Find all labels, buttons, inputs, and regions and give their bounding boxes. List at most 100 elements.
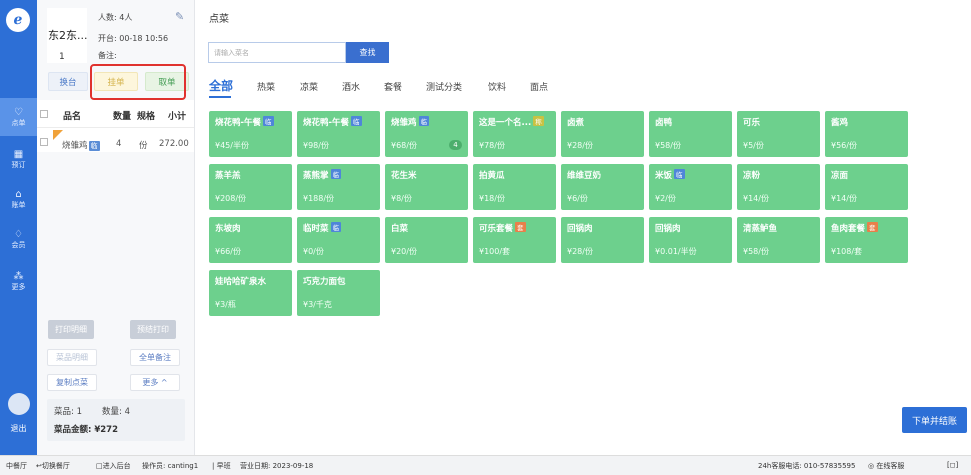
dish-card[interactable]: 临时菜临 ¥0/份 <box>297 217 380 263</box>
dish-card[interactable]: 维维豆奶 ¥6/份 <box>561 164 644 210</box>
hotline: 24h客服电话: 010-57835595 <box>758 462 856 470</box>
people-count: 人数: 4人 <box>98 13 133 22</box>
logout-button[interactable]: 退出 <box>0 393 37 443</box>
dish-name: 清蒸鲈鱼 <box>743 224 778 234</box>
dish-card[interactable]: 拍黄瓜 ¥18/份 <box>473 164 556 210</box>
tab-test[interactable]: 测试分类 <box>426 80 462 93</box>
dish-name: 蒸羊羔 <box>215 171 241 181</box>
dish-price: ¥8/份 <box>391 194 412 203</box>
nav-item-more[interactable]: ⁂ 更多 <box>0 262 37 300</box>
tab-all[interactable]: 全部 <box>209 77 233 94</box>
dish-price: ¥0/份 <box>303 247 324 256</box>
restaurant-mode: 中餐厅 <box>6 462 27 470</box>
app-logo-icon: ℯ <box>6 8 30 32</box>
dish-card[interactable]: 蒸熊掌临 ¥188/份 <box>297 164 380 210</box>
tab-hot[interactable]: 热菜 <box>257 80 275 93</box>
nav-label: 账单 <box>11 200 26 209</box>
table-name: 东2东... <box>48 29 88 42</box>
dish-badge: 临 <box>351 116 362 126</box>
dish-card[interactable]: 这是一个名... 称 ¥78/份 <box>473 111 556 157</box>
dish-price: ¥188/份 <box>303 194 335 203</box>
dish-card[interactable]: 烧雏鸡临 ¥68/份 4 <box>385 111 468 157</box>
dish-card[interactable]: 巧克力面包 ¥3/千克 <box>297 270 380 316</box>
item-checkbox[interactable] <box>40 138 48 146</box>
dish-card[interactable]: 娃哈哈矿泉水 ¥3/瓶 <box>209 270 292 316</box>
dish-card[interactable]: 回锅肉 ¥0.01/半份 <box>649 217 732 263</box>
dish-card[interactable]: 烧花鸭-午餐临 ¥45/半份 <box>209 111 292 157</box>
backend-link[interactable]: □进入后台 <box>96 461 131 471</box>
dish-name: 鱼肉套餐套 <box>831 222 878 234</box>
col-qty: 数量 <box>113 112 132 122</box>
dish-price: ¥28/份 <box>567 247 593 256</box>
dish-name: 回锅肉 <box>567 224 593 234</box>
nav-label: 点单 <box>11 118 26 127</box>
dish-card[interactable]: 凉粉 ¥14/份 <box>737 164 820 210</box>
select-all-checkbox[interactable] <box>40 110 48 118</box>
dish-card[interactable]: 蒸羊羔 ¥208/份 <box>209 164 292 210</box>
all-note-button[interactable]: 全单备注 <box>130 349 180 366</box>
dish-name: 酱鸡 <box>831 118 849 128</box>
pre-print-button[interactable]: 预结打印 <box>130 320 176 339</box>
dish-badge: 临 <box>674 169 685 179</box>
dish-name: 凉面 <box>831 171 849 181</box>
nav-label: 更多 <box>11 282 26 291</box>
nav-item-bill[interactable]: ⌂ 账单 <box>0 180 37 218</box>
nav-item-order[interactable]: ♡ 点单 <box>0 98 37 136</box>
nav-item-reservation[interactable]: ▦ 预订 <box>0 140 37 178</box>
copy-order-button[interactable]: 复制点菜 <box>47 374 97 391</box>
dish-card[interactable]: 清蒸鲈鱼 ¥58/份 <box>737 217 820 263</box>
dish-price: ¥0.01/半份 <box>655 247 697 256</box>
dish-price: ¥45/半份 <box>215 141 249 150</box>
more-menu-button[interactable]: 更多 ^ <box>130 374 180 391</box>
dish-price: ¥58/份 <box>655 141 681 150</box>
dish-card[interactable]: 回锅肉 ¥28/份 <box>561 217 644 263</box>
order-summary: 菜品: 1 数量: 4 菜品金额: ¥272 <box>47 399 185 441</box>
online-service-link[interactable]: ◎ 在线客服 <box>868 461 904 471</box>
dish-card[interactable]: 可乐 ¥5/份 <box>737 111 820 157</box>
search-input[interactable]: 请输入菜名 <box>208 42 346 63</box>
order-item-row[interactable]: 烧雏鸡临 4 份 272.00 <box>37 128 194 152</box>
dish-price: ¥18/份 <box>479 194 505 203</box>
dish-card[interactable]: 东坡肉 ¥66/份 <box>209 217 292 263</box>
dish-card[interactable]: 可乐套餐套 ¥100/套 <box>473 217 556 263</box>
dish-card[interactable]: 酱鸡 ¥56/份 <box>825 111 908 157</box>
dish-price: ¥78/份 <box>479 141 505 150</box>
dish-badge: 套 <box>515 222 526 232</box>
dish-card[interactable]: 凉面 ¥14/份 <box>825 164 908 210</box>
dish-card[interactable]: 卤煮 ¥28/份 <box>561 111 644 157</box>
dish-name: 可乐套餐套 <box>479 222 526 234</box>
switch-restaurant-link[interactable]: ↩切换餐厅 <box>36 461 70 471</box>
dish-detail-button[interactable]: 菜品明细 <box>47 349 97 366</box>
tab-pastry[interactable]: 面点 <box>530 80 548 93</box>
item-qty: 4 <box>116 139 122 149</box>
nav-item-member[interactable]: ♢ 会员 <box>0 220 37 258</box>
status-bar: 中餐厅 ↩切换餐厅 □进入后台 操作员: canting1 | 早班 营业日期:… <box>0 455 971 475</box>
dish-name: 花生米 <box>391 171 417 181</box>
dish-card[interactable]: 花生米 ¥8/份 <box>385 164 468 210</box>
tab-cold[interactable]: 凉菜 <box>300 80 318 93</box>
order-checkout-button[interactable]: 下单并结账 <box>902 407 967 433</box>
dish-price: ¥3/千克 <box>303 300 332 309</box>
member-icon: ♢ <box>14 228 23 240</box>
col-spec: 规格 <box>137 112 156 122</box>
item-name: 烧雏鸡临 <box>62 141 100 151</box>
tab-set[interactable]: 套餐 <box>384 80 402 93</box>
dish-price: ¥68/份 <box>391 141 417 150</box>
more-icon: ⁂ <box>13 270 24 282</box>
dish-price: ¥28/份 <box>567 141 593 150</box>
dish-name: 烧花鸭-午餐临 <box>215 116 274 128</box>
edit-icon[interactable]: ✎ <box>175 10 184 23</box>
tab-beverage[interactable]: 饮料 <box>488 80 506 93</box>
search-button[interactable]: 查找 <box>346 42 389 63</box>
dish-card[interactable]: 鱼肉套餐套 ¥108/套 <box>825 217 908 263</box>
fullscreen-icon[interactable]: [◻] <box>947 461 958 469</box>
tab-drinks[interactable]: 酒水 <box>342 80 360 93</box>
dish-card[interactable]: 卤鸭 ¥58/份 <box>649 111 732 157</box>
print-detail-button[interactable]: 打印明细 <box>48 320 94 339</box>
dish-card[interactable]: 白菜 ¥20/份 <box>385 217 468 263</box>
item-subtotal: 272.00 <box>159 139 189 149</box>
dish-card[interactable]: 米饭临 ¥2/份 <box>649 164 732 210</box>
switch-table-button[interactable]: 换台 <box>48 72 88 91</box>
chart-icon: ⌂ <box>15 188 22 200</box>
dish-card[interactable]: 烧花鸭-午餐临 ¥98/份 <box>297 111 380 157</box>
